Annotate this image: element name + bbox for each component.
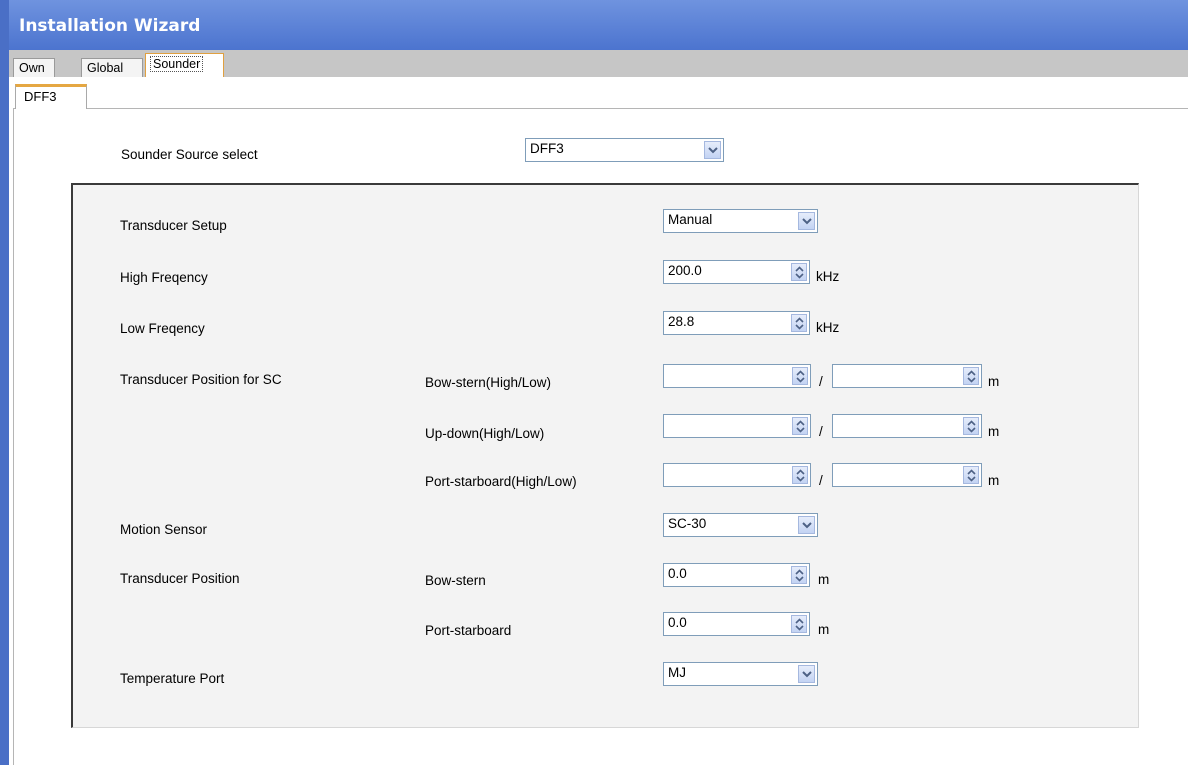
transducer-setup-label: Transducer Setup [120, 218, 227, 233]
motion-sensor-label: Motion Sensor [120, 522, 208, 537]
sc-port-starboard-unit: m [988, 473, 1000, 488]
spinner-arrows-icon[interactable] [791, 566, 807, 584]
sc-up-down-high-spinner[interactable] [663, 414, 811, 438]
window-left-edge [0, 0, 9, 765]
temperature-port-select[interactable]: MJ [663, 662, 818, 686]
tab-own[interactable]: Own [13, 58, 55, 77]
settings-panel [71, 183, 1139, 728]
sc-port-starboard-separator: / [819, 473, 823, 488]
sc-bow-stern-low-spinner[interactable] [832, 364, 982, 388]
transducer-setup-select[interactable]: Manual [663, 209, 818, 233]
chevron-down-icon[interactable] [798, 516, 815, 534]
tab-global-label: Global [87, 61, 124, 75]
sc-port-starboard-label: Port-starboard(High/Low) [425, 474, 577, 489]
bow-stern-value: 0.0 [668, 566, 687, 581]
chevron-down-icon[interactable] [798, 212, 815, 230]
chevron-down-icon[interactable] [704, 141, 721, 159]
sounder-source-select[interactable]: DFF3 [525, 138, 724, 162]
bow-stern-spinner[interactable]: 0.0 [663, 563, 810, 587]
spinner-arrows-icon[interactable] [792, 367, 808, 385]
title-bar[interactable]: Installation Wizard [9, 0, 1188, 50]
sc-up-down-unit: m [988, 424, 1000, 439]
high-freq-spinner[interactable]: 200.0 [663, 260, 810, 284]
chevron-down-icon[interactable] [798, 665, 815, 683]
bow-stern-label: Bow-stern [425, 573, 486, 588]
sc-up-down-low-spinner[interactable] [832, 414, 982, 438]
installation-wizard-window: Installation Wizard Own Global Sounder D… [0, 0, 1188, 765]
tab-global[interactable]: Global [81, 58, 143, 77]
spinner-arrows-icon[interactable] [963, 466, 979, 484]
spinner-arrows-icon[interactable] [963, 417, 979, 435]
tab-own-label: Own [19, 61, 45, 75]
sc-up-down-label: Up-down(High/Low) [425, 426, 545, 441]
sc-port-starboard-low-spinner[interactable] [832, 463, 982, 487]
sounder-source-label: Sounder Source select [121, 147, 258, 162]
port-starboard-unit: m [818, 622, 830, 637]
tab-sounder-label: Sounder [150, 56, 204, 72]
motion-sensor-select[interactable]: SC-30 [663, 513, 818, 537]
subtab-dff3-label: DFF3 [24, 89, 57, 104]
sc-up-down-separator: / [819, 424, 823, 439]
transducer-position-label: Transducer Position [120, 571, 240, 586]
tab-sounder[interactable]: Sounder [145, 53, 224, 78]
spinner-arrows-icon[interactable] [963, 367, 979, 385]
low-freq-label: Low Freqency [120, 321, 205, 336]
spinner-arrows-icon[interactable] [792, 466, 808, 484]
port-starboard-label: Port-starboard [425, 623, 512, 638]
high-freq-label: High Freqency [120, 270, 208, 285]
spinner-arrows-icon[interactable] [792, 417, 808, 435]
low-freq-unit: kHz [816, 320, 840, 335]
port-starboard-value: 0.0 [668, 615, 687, 630]
port-starboard-spinner[interactable]: 0.0 [663, 612, 810, 636]
low-freq-value: 28.8 [668, 314, 695, 329]
sc-bow-stern-label: Bow-stern(High/Low) [425, 375, 552, 390]
sc-bow-stern-high-spinner[interactable] [663, 364, 811, 388]
spinner-arrows-icon[interactable] [791, 314, 807, 332]
spinner-arrows-icon[interactable] [791, 615, 807, 633]
sc-port-starboard-high-spinner[interactable] [663, 463, 811, 487]
temperature-port-label: Temperature Port [120, 671, 225, 686]
sc-bow-stern-separator: / [819, 374, 823, 389]
temperature-port-value: MJ [668, 665, 686, 680]
sc-position-label: Transducer Position for SC [120, 372, 282, 387]
spinner-arrows-icon[interactable] [791, 263, 807, 281]
sounder-source-value: DFF3 [530, 141, 564, 156]
low-freq-spinner[interactable]: 28.8 [663, 311, 810, 335]
bow-stern-unit: m [818, 572, 830, 587]
subtab-dff3[interactable]: DFF3 [15, 84, 87, 109]
high-freq-unit: kHz [816, 269, 840, 284]
high-freq-value: 200.0 [668, 263, 702, 278]
transducer-setup-value: Manual [668, 212, 713, 227]
sc-bow-stern-unit: m [988, 374, 1000, 389]
window-title: Installation Wizard [19, 16, 201, 36]
motion-sensor-value: SC-30 [668, 516, 707, 531]
